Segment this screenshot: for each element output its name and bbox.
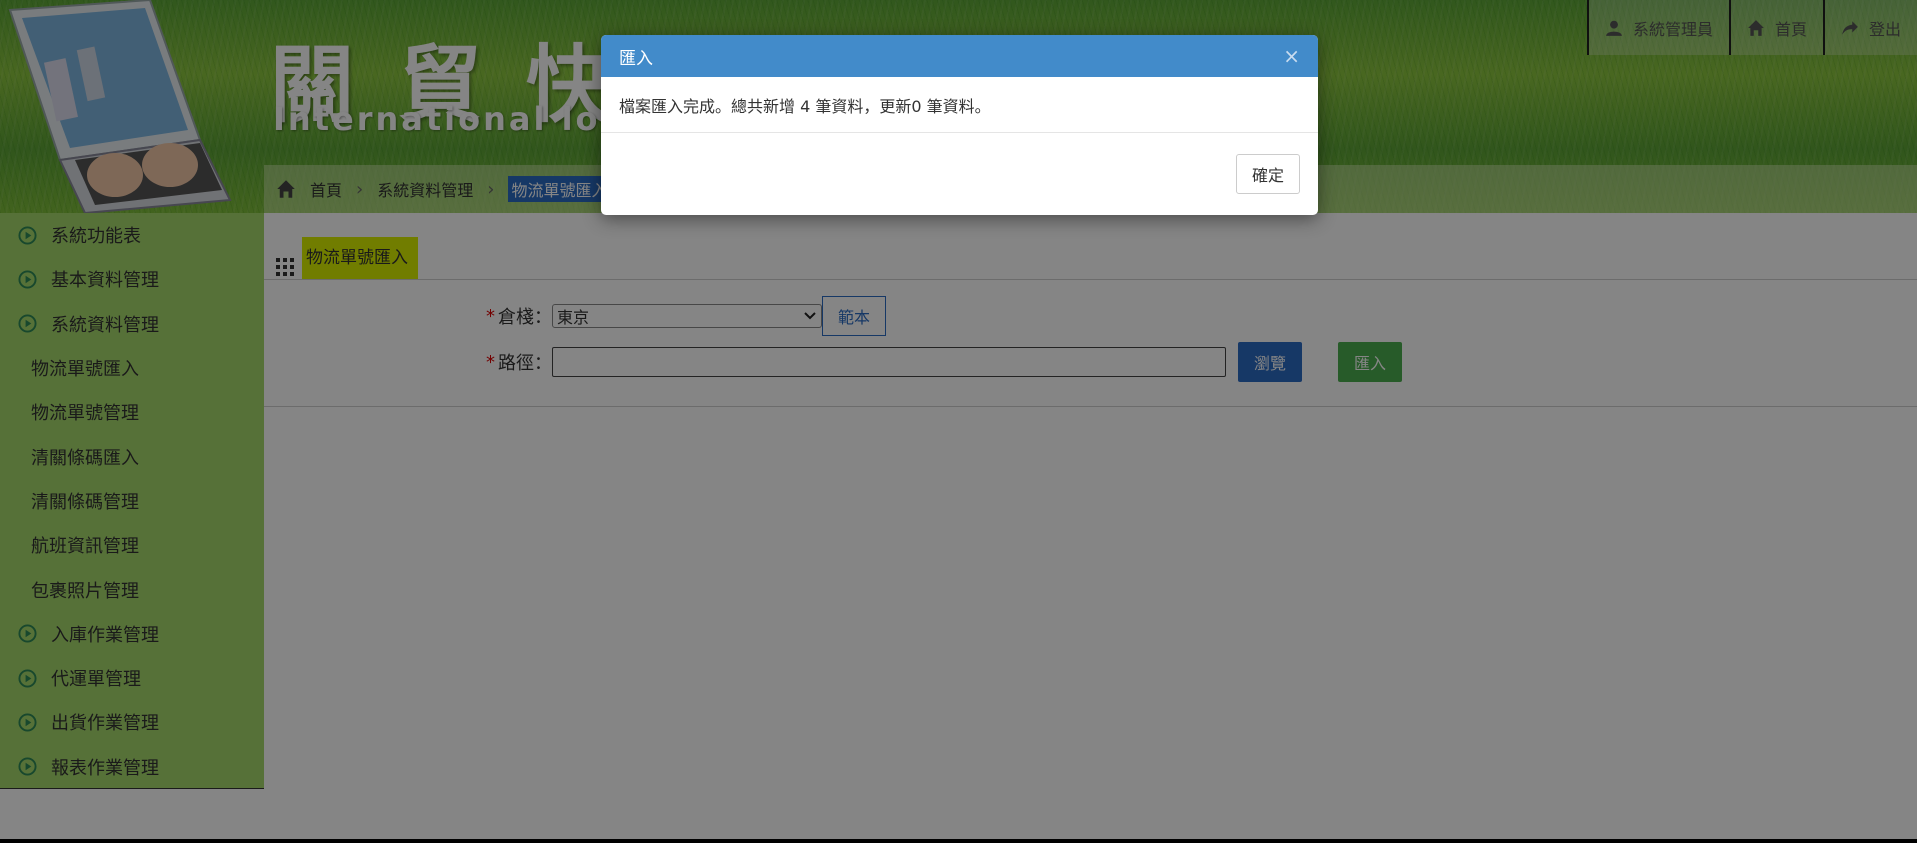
- dialog-body: 檔案匯入完成。總共新增 4 筆資料，更新0 筆資料。: [601, 77, 1318, 133]
- dialog-title: 匯入: [619, 48, 653, 69]
- close-icon[interactable]: ×: [1283, 44, 1300, 68]
- dialog-footer: 確定: [601, 133, 1318, 215]
- ok-button[interactable]: 確定: [1236, 154, 1300, 194]
- import-dialog: 匯入 × 檔案匯入完成。總共新增 4 筆資料，更新0 筆資料。 確定: [601, 35, 1318, 215]
- dialog-message: 檔案匯入完成。總共新增 4 筆資料，更新0 筆資料。: [619, 96, 991, 116]
- dialog-header: 匯入 ×: [601, 35, 1318, 77]
